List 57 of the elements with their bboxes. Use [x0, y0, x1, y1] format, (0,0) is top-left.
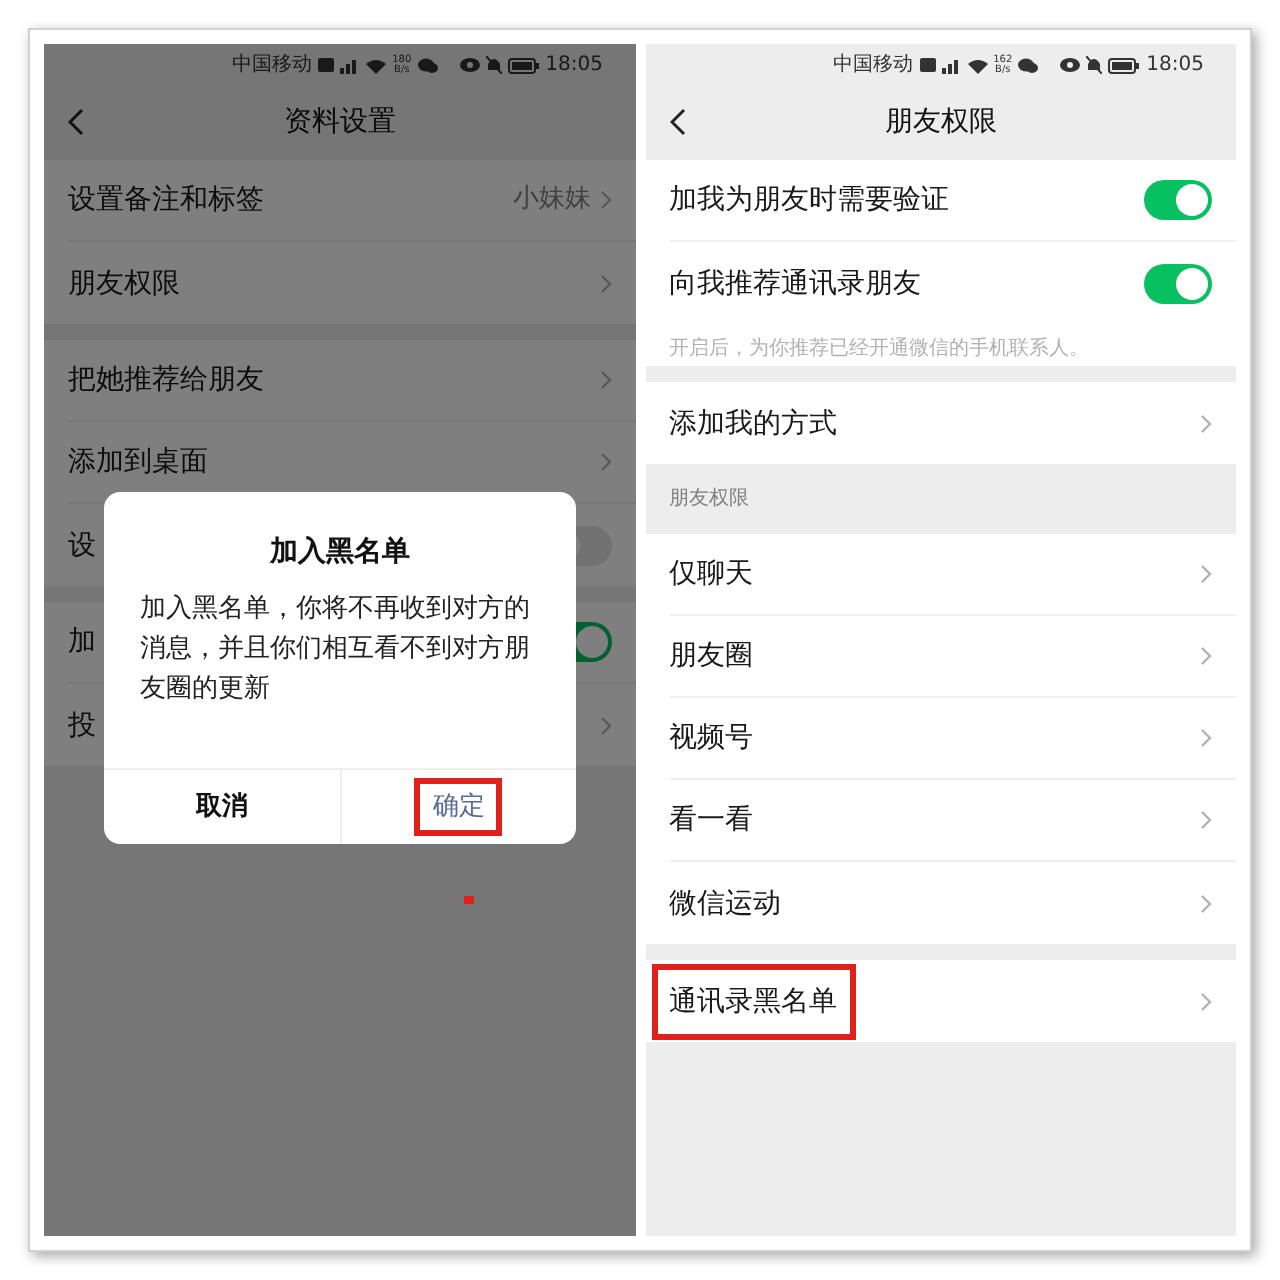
eye-icon: [459, 58, 480, 72]
row-label[interactable]: 投: [68, 705, 96, 745]
section-label: 朋友权限: [667, 485, 751, 514]
sim-icon: [919, 58, 936, 72]
signal-icon: [340, 57, 361, 73]
row-label[interactable]: 设: [68, 525, 96, 565]
dialog-button[interactable]: 确定: [420, 783, 497, 831]
row-label[interactable]: 向我推荐通讯录朋友: [669, 263, 921, 303]
row-label[interactable]: 视频号: [669, 718, 753, 758]
page-title: 资料设置: [283, 104, 396, 142]
wifi-icon: [366, 57, 387, 73]
muted-bell-icon: [1086, 56, 1103, 74]
chevron-icon: [1200, 810, 1212, 830]
row-label[interactable]: 添加到桌面: [68, 442, 208, 482]
signal-icon: [941, 57, 962, 73]
row-label[interactable]: 微信运动: [669, 883, 781, 923]
dialog-message: 加入黑名单，你将不再收到对方的消息，并且你们相互看不到对方朋友圈的更新: [138, 592, 532, 708]
chevron-icon: [599, 452, 611, 472]
wifi-icon: [967, 57, 988, 73]
battery-icon: [1108, 57, 1141, 73]
battery-icon: [507, 57, 540, 73]
row-label[interactable]: 看一看: [669, 800, 753, 840]
chevron-icon: [1200, 564, 1212, 584]
carrier-name: 中国移动: [232, 55, 313, 75]
eye-icon: [1060, 58, 1081, 72]
chevron-icon: [599, 273, 611, 293]
sim-icon: [318, 58, 335, 72]
chevron-icon: [1200, 728, 1212, 748]
back-icon[interactable]: [669, 108, 685, 136]
clock-time: 18:05: [545, 55, 603, 75]
chevron-icon: [1200, 413, 1212, 433]
dialog-title: 加入黑名单: [267, 534, 412, 572]
clock-time: 18:05: [1146, 55, 1204, 75]
row-note: 开启后，为你推荐已经开通微信的手机联系人。: [669, 335, 1091, 363]
chevron-icon: [1200, 991, 1212, 1011]
chevron-icon: [1200, 646, 1212, 666]
chat-icon: [1018, 57, 1039, 73]
toggle-switch[interactable]: [1144, 263, 1212, 303]
chevron-icon: [1200, 893, 1212, 913]
row-label[interactable]: 仅聊天: [669, 554, 753, 594]
page-title: 朋友权限: [884, 104, 997, 142]
dialog-button[interactable]: 取消: [183, 783, 260, 831]
muted-bell-icon: [485, 56, 502, 74]
chevron-icon: [599, 370, 611, 390]
row-label[interactable]: 把她推荐给朋友: [68, 360, 264, 400]
row-label[interactable]: 通讯录黑名单: [669, 981, 837, 1021]
chevron-icon: [599, 190, 611, 210]
chevron-icon: [599, 715, 611, 735]
row-value: 小妹妹: [513, 182, 591, 219]
row-label[interactable]: 朋友圈: [669, 636, 753, 676]
toggle-switch[interactable]: [1144, 180, 1212, 220]
chat-icon: [417, 57, 438, 73]
row-label[interactable]: 加: [68, 622, 96, 662]
carrier-name: 中国移动: [833, 55, 914, 75]
row-label[interactable]: 设置备注和标签: [68, 180, 264, 220]
row-label[interactable]: 添加我的方式: [669, 403, 837, 443]
row-label[interactable]: 朋友权限: [68, 263, 180, 303]
